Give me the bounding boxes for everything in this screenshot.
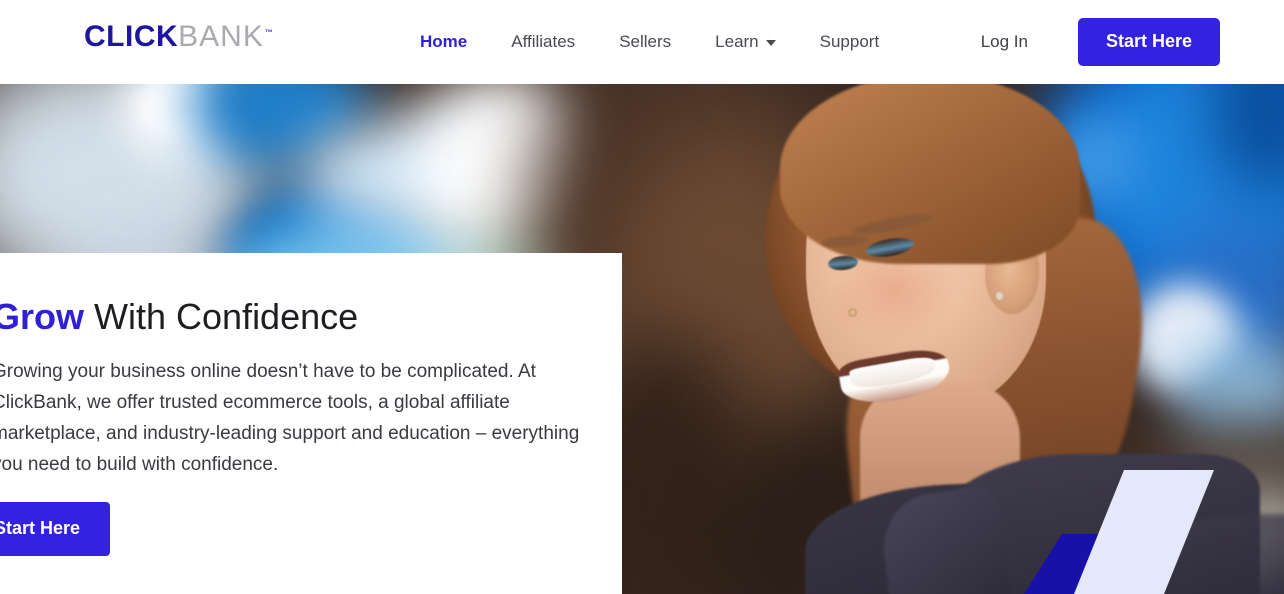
trademark-icon: ™: [264, 28, 273, 37]
site-header: CLICKBANK™ Home Affiliates Sellers Learn…: [0, 0, 1284, 84]
main-navigation: Home Affiliates Sellers Learn Support: [420, 0, 923, 84]
nav-label-home: Home: [420, 32, 468, 51]
hero-headline-highlight: Grow: [0, 296, 85, 337]
nav-item-support[interactable]: Support: [820, 32, 880, 52]
nav-item-learn[interactable]: Learn: [715, 32, 776, 52]
hero-headline: Grow With Confidence: [0, 296, 622, 337]
nav-label-affiliates: Affiliates: [511, 32, 576, 51]
nav-label-sellers: Sellers: [619, 32, 672, 51]
hero-content-card: Grow With Confidence Growing your busine…: [0, 253, 622, 594]
chevron-down-icon: [765, 40, 776, 46]
hero-start-here-button[interactable]: Start Here: [0, 502, 111, 557]
clickbank-logo[interactable]: CLICKBANK™: [84, 22, 273, 52]
logo-text-click: CLICK: [84, 20, 179, 53]
logo-text-bank: BANK: [178, 20, 264, 53]
header-actions: Log In Start Here: [981, 0, 1220, 84]
nav-item-affiliates[interactable]: Affiliates: [511, 32, 575, 52]
nav-label-support: Support: [819, 32, 880, 51]
nav-item-home[interactable]: Home: [420, 32, 467, 52]
nav-item-sellers[interactable]: Sellers: [619, 32, 671, 52]
hero-body-text: Growing your business online doesn’t hav…: [0, 361, 580, 475]
hero-portrait-photo: [700, 84, 1284, 594]
login-link[interactable]: Log In: [981, 32, 1028, 52]
hero-headline-rest: With Confidence: [84, 296, 359, 337]
header-start-here-button[interactable]: Start Here: [1077, 18, 1220, 66]
hero-section: Grow With Confidence Growing your busine…: [0, 84, 1284, 594]
nav-label-learn: Learn: [715, 32, 759, 51]
